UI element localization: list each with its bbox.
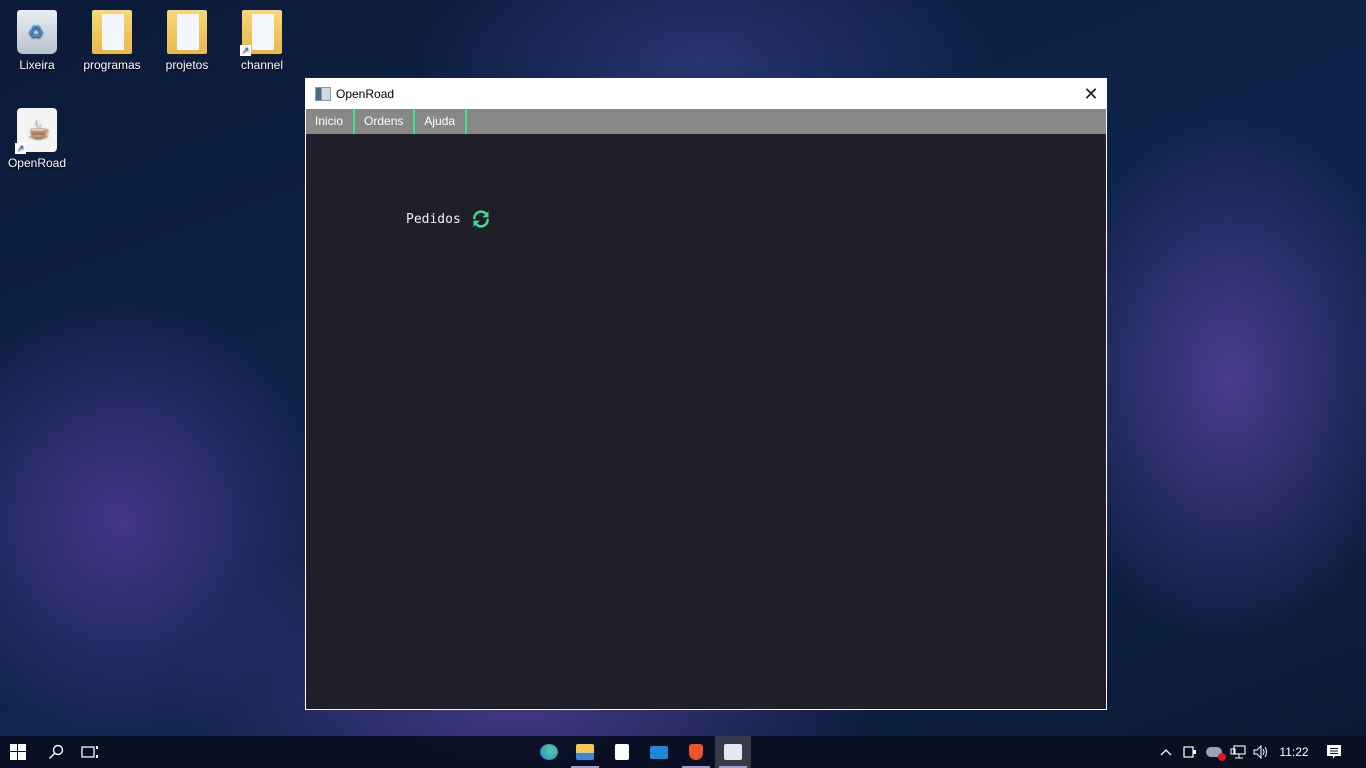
recycle-bin-icon [17, 10, 57, 54]
desktop-icon-lixeira[interactable]: Lixeira [1, 10, 73, 72]
taskbar-app-brave[interactable] [678, 736, 714, 768]
folder-icon [167, 10, 207, 54]
volume-button[interactable] [1251, 736, 1271, 768]
notification-icon [1327, 745, 1341, 759]
taskbar-app-store[interactable] [604, 736, 640, 768]
network-button[interactable] [1228, 736, 1248, 768]
meet-now-icon [1183, 746, 1196, 758]
desktop-icon-openroad[interactable]: ↗ OpenRoad [1, 108, 73, 170]
main-content: Pedidos [306, 134, 1106, 709]
pedidos-label: Pedidos [406, 211, 461, 227]
desktop-icon-projetos[interactable]: projetos [151, 10, 223, 72]
show-hidden-icons-button[interactable] [1156, 736, 1176, 768]
desktop-icon-label: OpenRoad [7, 156, 67, 170]
menu-item-ordens[interactable]: Ordens [355, 109, 416, 134]
desktop-icon-channel[interactable]: ↗ channel [226, 10, 298, 72]
taskbar-app-openroad[interactable] [715, 736, 751, 768]
network-icon [1230, 745, 1246, 759]
store-icon [615, 744, 629, 760]
action-center-button[interactable] [1318, 736, 1350, 768]
menu-bar: Inicio Ordens Ajuda [306, 109, 1106, 134]
refresh-icon[interactable] [471, 209, 491, 229]
desktop-icon-label: programas [83, 58, 141, 72]
desktop-icon-programas[interactable]: programas [76, 10, 148, 72]
desktop-icon-label: channel [240, 58, 284, 72]
window-title: OpenRoad [336, 87, 395, 101]
pedidos-section: Pedidos [406, 209, 491, 229]
chevron-up-icon [1160, 749, 1172, 756]
app-window-icon [315, 87, 331, 101]
menu-item-inicio[interactable]: Inicio [306, 109, 356, 134]
shortcut-arrow-icon: ↗ [15, 143, 26, 154]
taskbar: 11:22 [0, 736, 1366, 768]
title-bar[interactable]: OpenRoad ✕ [306, 79, 1106, 109]
onedrive-error-icon [1206, 747, 1226, 761]
desktop-icon-label: Lixeira [19, 58, 55, 72]
onedrive-status[interactable] [1203, 736, 1226, 768]
openroad-window: OpenRoad ✕ Inicio Ordens Ajuda Pedidos [305, 78, 1107, 710]
brave-icon [689, 744, 703, 760]
folder-shortcut-icon: ↗ [240, 10, 282, 56]
task-view-button[interactable] [72, 736, 108, 768]
meet-now-button[interactable] [1180, 736, 1200, 768]
taskbar-app-edge[interactable] [531, 736, 567, 768]
menu-item-ajuda[interactable]: Ajuda [415, 109, 468, 134]
java-shortcut-icon: ↗ [15, 108, 57, 154]
search-icon [48, 744, 64, 760]
mail-icon [650, 745, 668, 759]
file-explorer-icon [576, 744, 594, 760]
taskbar-app-mail[interactable] [641, 736, 677, 768]
windows-logo-icon [10, 744, 26, 760]
close-button[interactable]: ✕ [1076, 79, 1106, 109]
shortcut-arrow-icon: ↗ [240, 45, 251, 56]
clock[interactable]: 11:22 [1274, 736, 1314, 768]
search-button[interactable] [38, 736, 74, 768]
volume-icon [1253, 745, 1267, 759]
clock-time: 11:22 [1279, 745, 1309, 759]
java-icon [724, 744, 742, 760]
desktop-icon-label: projetos [165, 58, 209, 72]
folder-icon [92, 10, 132, 54]
taskbar-app-file-explorer[interactable] [567, 736, 603, 768]
task-view-icon [81, 746, 98, 758]
start-button[interactable] [0, 736, 36, 768]
edge-icon [540, 744, 558, 760]
